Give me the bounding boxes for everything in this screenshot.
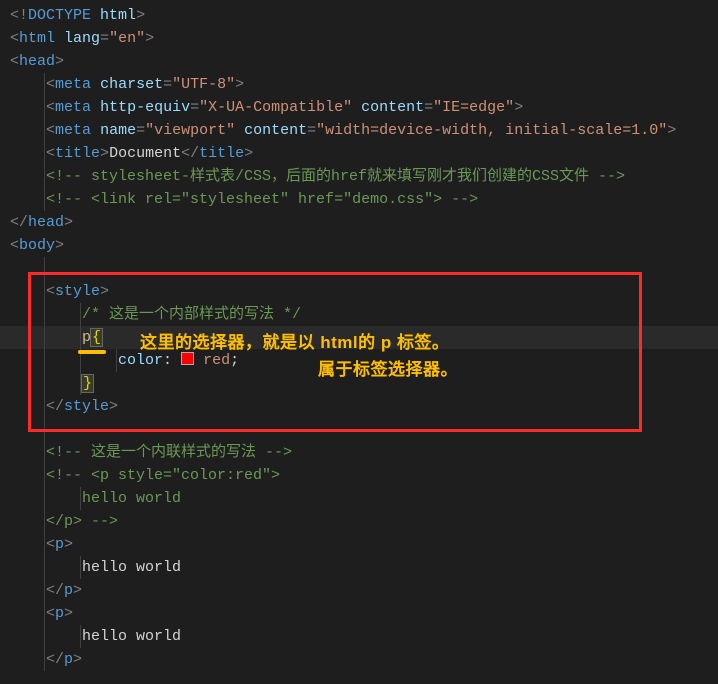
code-line: </head> (0, 211, 718, 234)
code-line: <!-- <link rel="stylesheet" href="demo.c… (0, 188, 718, 211)
code-line: <p> (0, 533, 718, 556)
code-line (0, 257, 718, 280)
code-line: <!-- stylesheet-样式表/CSS，后面的href就来填写刚才我们创… (0, 165, 718, 188)
code-editor[interactable]: <!DOCTYPE html> <html lang="en"> <head> … (0, 4, 718, 671)
code-line: </p> (0, 648, 718, 671)
code-line: } (0, 372, 718, 395)
code-line: <body> (0, 234, 718, 257)
code-line: <meta name="viewport" content="width=dev… (0, 119, 718, 142)
code-line: <head> (0, 50, 718, 73)
code-line: <!-- 这是一个内联样式的写法 --> (0, 441, 718, 464)
code-line: <p> (0, 602, 718, 625)
code-line: </style> (0, 395, 718, 418)
code-line-active: p{ (0, 326, 718, 349)
code-line: <meta http-equiv="X-UA-Compatible" conte… (0, 96, 718, 119)
code-line: <style> (0, 280, 718, 303)
code-line: /* 这是一个内部样式的写法 */ (0, 303, 718, 326)
code-line: <meta charset="UTF-8"> (0, 73, 718, 96)
color-swatch (181, 352, 194, 365)
code-line: color: red; (0, 349, 718, 372)
code-line: <!-- <p style="color:red"> (0, 464, 718, 487)
code-line: </p> --> (0, 510, 718, 533)
code-line: hello world (0, 625, 718, 648)
code-line: <title>Document</title> (0, 142, 718, 165)
code-line: hello world (0, 556, 718, 579)
code-line: <!DOCTYPE html> (0, 4, 718, 27)
code-line (0, 418, 718, 441)
code-line: hello world (0, 487, 718, 510)
code-line: <html lang="en"> (0, 27, 718, 50)
code-line: </p> (0, 579, 718, 602)
